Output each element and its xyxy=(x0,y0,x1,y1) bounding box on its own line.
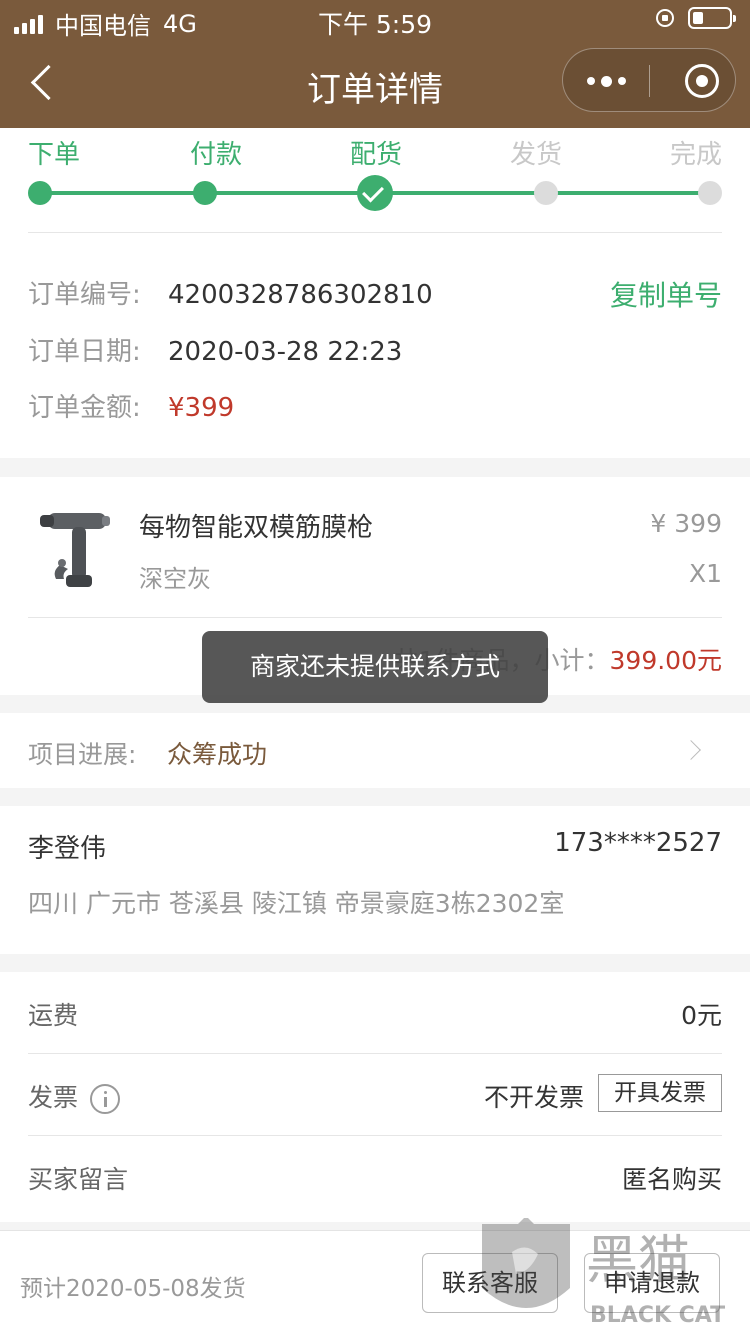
shipping-fee-label: 运费 xyxy=(28,1001,79,1030)
order-number-row: 订单编号: 4200328786302810 xyxy=(28,274,433,311)
order-date-value: 2020-03-28 22:23 xyxy=(168,337,403,367)
info-icon[interactable] xyxy=(90,1084,121,1114)
order-number-value: 4200328786302810 xyxy=(168,280,433,310)
order-info-section: 下单 付款 配货 发货 完成 订单编号: 4200328786302810 复制单… xyxy=(0,128,750,458)
divider xyxy=(28,232,722,233)
order-date-row: 订单日期: 2020-03-28 22:23 xyxy=(28,331,402,368)
address-section: 李登伟 173****2527 四川 广元市 苍溪县 陵江镇 帝景豪庭3栋230… xyxy=(0,806,750,954)
toast-message: 商家还未提供联系方式 xyxy=(202,631,548,703)
status-bar: 中国电信 4G 下午 5:59 xyxy=(0,0,750,40)
product-spec: 深空灰 xyxy=(139,565,211,593)
progress-value: 众筹成功 xyxy=(167,740,268,769)
subtotal-value: 399.00元 xyxy=(609,646,722,675)
invoice-status: 不开发票 xyxy=(483,1083,584,1112)
project-progress-row[interactable]: 项目进展: 众筹成功 xyxy=(0,713,750,788)
copy-order-number-button[interactable]: 复制单号 xyxy=(610,274,722,314)
progress-label: 项目进展: xyxy=(28,740,137,769)
recipient-name: 李登伟 xyxy=(28,834,107,864)
order-amount-row: 订单金额: ¥399 xyxy=(28,387,234,424)
divider xyxy=(28,617,722,618)
order-amount-value: ¥399 xyxy=(168,393,235,423)
more-dots-icon[interactable] xyxy=(563,49,649,113)
step-track xyxy=(0,128,750,218)
buyer-note-row: 买家留言 匿名购买 xyxy=(28,1136,722,1218)
recipient-phone: 173****2527 xyxy=(554,828,722,858)
order-extras-section: 运费 0元 发票 不开发票 开具发票 买家留言 匿名购买 xyxy=(0,972,750,1222)
status-right xyxy=(656,7,736,29)
invoice-label: 发票 xyxy=(28,1083,79,1112)
mini-program-capsule xyxy=(562,48,736,112)
recipient-address: 四川 广元市 苍溪县 陵江镇 帝景豪庭3栋2302室 xyxy=(28,889,565,918)
nav-bar: 订单详情 xyxy=(0,40,750,128)
product-price: ¥ 399 xyxy=(650,509,722,538)
shipping-fee-row: 运费 0元 xyxy=(28,972,722,1054)
invoice-label-wrap: 发票 xyxy=(28,1078,121,1114)
product-name: 每物智能双模筋膜枪 xyxy=(139,513,374,543)
shipping-fee-value: 0元 xyxy=(681,1001,722,1030)
product-quantity: X1 xyxy=(688,559,722,588)
order-number-label: 订单编号: xyxy=(28,280,141,310)
order-amount-label: 订单金额: xyxy=(28,393,141,423)
step-dot-order xyxy=(28,181,52,205)
status-time: 下午 5:59 xyxy=(317,10,433,39)
chevron-right-icon xyxy=(681,740,701,760)
issue-invoice-button[interactable]: 开具发票 xyxy=(598,1074,722,1112)
buyer-note-label: 买家留言 xyxy=(28,1165,129,1194)
step-dot-pay xyxy=(193,181,217,205)
product-image xyxy=(40,513,110,587)
step-check-icon xyxy=(357,175,393,211)
buyer-note-value: 匿名购买 xyxy=(621,1165,722,1194)
battery-icon xyxy=(688,7,736,29)
target-close-icon[interactable] xyxy=(685,64,719,98)
ship-estimate: 预计2020-05-08发货 xyxy=(20,1276,246,1302)
invoice-row: 发票 不开发票 开具发票 xyxy=(28,1054,722,1136)
order-date-label: 订单日期: xyxy=(28,337,141,367)
step-dot-ship xyxy=(534,181,558,205)
request-refund-button[interactable]: 申请退款 xyxy=(584,1253,720,1313)
bottom-action-bar: 预计2020-05-08发货 联系客服 申请退款 xyxy=(0,1230,750,1334)
rotation-lock-icon xyxy=(656,9,674,27)
step-dot-done xyxy=(698,181,722,205)
contact-service-button[interactable]: 联系客服 xyxy=(422,1253,558,1313)
capsule-divider xyxy=(649,65,650,97)
